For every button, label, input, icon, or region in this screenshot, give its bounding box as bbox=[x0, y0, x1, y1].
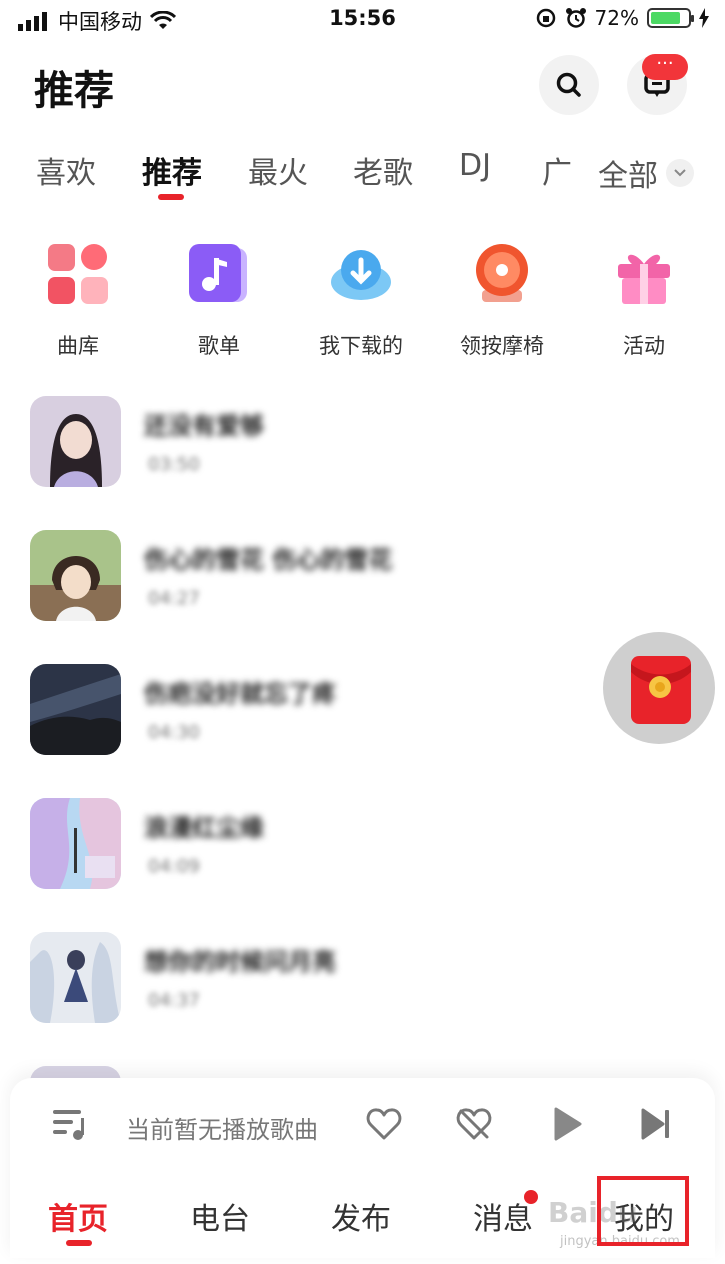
heart-icon bbox=[366, 1108, 402, 1140]
quick-entry-label: 活动 bbox=[623, 334, 665, 358]
song-item[interactable]: 伤疤没好就忘了疼 04:30 bbox=[30, 664, 670, 756]
music-note-icon bbox=[185, 240, 253, 308]
broken-heart-icon bbox=[456, 1108, 492, 1140]
notification-dot bbox=[524, 1190, 538, 1204]
alarm-icon bbox=[565, 8, 586, 28]
song-title: 想你的时候问月亮 bbox=[144, 948, 336, 976]
chevron-down-icon bbox=[666, 159, 694, 187]
quick-entry-playlist[interactable]: 歌单 bbox=[149, 240, 289, 360]
playlist-button[interactable] bbox=[48, 1102, 92, 1146]
quick-entries: 曲库 歌单 我下载的 领按摩椅 活动 bbox=[0, 240, 725, 370]
song-title: 浪漫红尘缘 bbox=[144, 814, 264, 842]
song-title: 伤心的雪花 伤心的雪花 bbox=[144, 546, 393, 574]
album-cover bbox=[30, 664, 121, 755]
search-icon bbox=[556, 72, 581, 97]
like-button[interactable] bbox=[362, 1102, 406, 1146]
nav-home[interactable]: 首页 bbox=[48, 1194, 108, 1238]
page-title: 推荐 bbox=[34, 68, 114, 114]
cloud-download-icon bbox=[327, 240, 395, 308]
quick-entry-library[interactable]: 曲库 bbox=[8, 240, 148, 360]
category-tabs: 喜欢 推荐 最火 老歌 DJ 广 全部 bbox=[0, 148, 725, 204]
song-duration: 04:37 bbox=[148, 990, 200, 1011]
play-button[interactable] bbox=[544, 1102, 588, 1146]
tab-like[interactable]: 喜欢 bbox=[36, 148, 96, 192]
tab-dj[interactable]: DJ bbox=[459, 148, 491, 183]
charging-icon bbox=[699, 8, 709, 28]
status-bar: 中国移动 15:56 72% bbox=[0, 0, 725, 42]
song-duration: 04:30 bbox=[148, 722, 200, 743]
red-packet-icon bbox=[631, 656, 691, 724]
battery-icon bbox=[647, 8, 694, 28]
battery-percent: 72% bbox=[594, 6, 639, 30]
dislike-button[interactable] bbox=[452, 1102, 496, 1146]
active-tab-indicator bbox=[158, 194, 184, 200]
song-duration: 03:50 bbox=[148, 454, 200, 475]
album-cover bbox=[30, 530, 121, 621]
quick-entry-label: 曲库 bbox=[57, 334, 99, 358]
now-playing-text: 当前暂无播放歌曲 bbox=[126, 1116, 318, 1144]
song-duration: 04:27 bbox=[148, 588, 200, 609]
song-item[interactable]: 想你的时候问月亮 04:37 bbox=[30, 932, 670, 1024]
active-nav-indicator bbox=[66, 1240, 92, 1246]
playlist-icon bbox=[53, 1110, 84, 1140]
prize-wheel-icon bbox=[468, 240, 536, 308]
tab-oldies[interactable]: 老歌 bbox=[353, 148, 413, 192]
tab-hot[interactable]: 最火 bbox=[248, 148, 308, 192]
song-item[interactable]: 浪漫红尘缘 04:09 bbox=[30, 798, 670, 890]
nav-publish[interactable]: 发布 bbox=[331, 1194, 391, 1238]
song-title: 伤疤没好就忘了疼 bbox=[144, 680, 336, 708]
message-badge: ··· bbox=[642, 54, 688, 80]
next-track-icon bbox=[641, 1108, 669, 1140]
quick-entry-label: 歌单 bbox=[198, 334, 240, 358]
library-icon bbox=[44, 240, 112, 308]
song-duration: 04:09 bbox=[148, 856, 200, 877]
gift-icon bbox=[610, 240, 678, 308]
quick-entry-activity[interactable]: 活动 bbox=[574, 240, 714, 360]
song-item[interactable]: 伤心的雪花 伤心的雪花 04:27 bbox=[30, 530, 670, 622]
status-right: 72% bbox=[535, 6, 709, 30]
quick-entry-label: 领按摩椅 bbox=[460, 334, 544, 358]
red-packet-float-button[interactable] bbox=[603, 632, 715, 744]
nav-radio[interactable]: 电台 bbox=[190, 1194, 250, 1238]
quick-entry-massage-chair[interactable]: 领按摩椅 bbox=[432, 240, 572, 360]
quick-entry-label: 我下载的 bbox=[319, 334, 403, 358]
song-title: 还没有爱够 bbox=[144, 412, 264, 440]
tab-square[interactable]: 广 bbox=[542, 148, 572, 192]
quick-entry-downloads[interactable]: 我下载的 bbox=[291, 240, 431, 360]
song-item[interactable]: 还没有爱够 03:50 bbox=[30, 396, 670, 488]
tab-all-button[interactable]: 全部 bbox=[580, 148, 725, 198]
search-button[interactable] bbox=[539, 55, 599, 115]
album-cover bbox=[30, 932, 121, 1023]
next-button[interactable] bbox=[634, 1102, 678, 1146]
annotation-highlight-box bbox=[597, 1176, 689, 1246]
play-icon bbox=[554, 1107, 582, 1141]
tab-all-label: 全部 bbox=[598, 159, 658, 194]
album-cover bbox=[30, 396, 121, 487]
tab-recommend[interactable]: 推荐 bbox=[142, 148, 202, 192]
album-cover bbox=[30, 798, 121, 889]
rotation-lock-icon bbox=[536, 8, 555, 28]
